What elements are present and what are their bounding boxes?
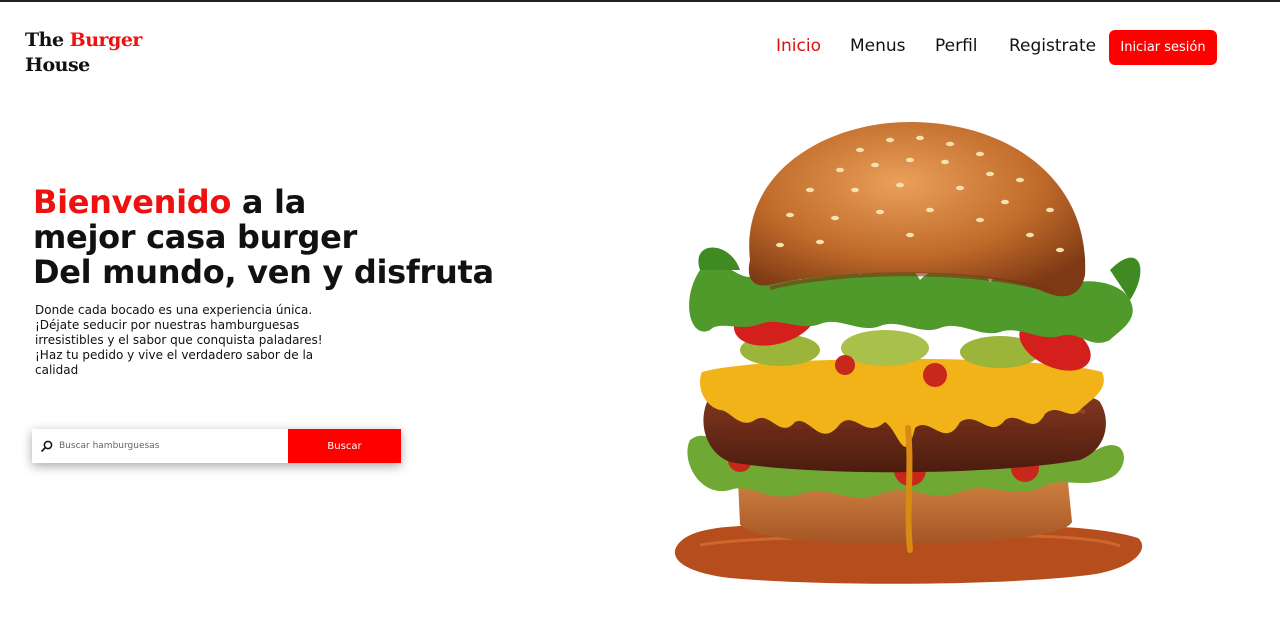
login-button[interactable]: Iniciar sesión <box>1109 30 1217 65</box>
hero-title-highlight: Bienvenido <box>33 183 232 221</box>
nav-item-registrate[interactable]: Registrate <box>1009 36 1096 56</box>
search-bar: Buscar <box>32 429 401 463</box>
burger-illustration <box>660 110 1150 595</box>
top-border <box>0 0 1280 2</box>
main-nav: Inicio Menus Perfil Registrate Iniciar s… <box>0 30 1280 66</box>
hero-title-line2: mejor casa burger <box>33 218 358 256</box>
search-icon <box>41 437 53 456</box>
hero-title: Bienvenido a la mejor casa burger Del mu… <box>33 185 503 290</box>
nav-item-perfil[interactable]: Perfil <box>935 36 978 56</box>
nav-item-inicio[interactable]: Inicio <box>776 36 821 56</box>
hero-subtitle: Donde cada bocado es una experiencia úni… <box>35 303 323 377</box>
nav-item-menus[interactable]: Menus <box>850 36 906 56</box>
search-input[interactable] <box>59 441 279 451</box>
hero-title-line3: Del mundo, ven y disfruta <box>33 253 494 291</box>
search-field[interactable] <box>32 429 288 463</box>
hero-title-rest: a la <box>231 183 307 221</box>
search-button[interactable]: Buscar <box>288 429 401 463</box>
